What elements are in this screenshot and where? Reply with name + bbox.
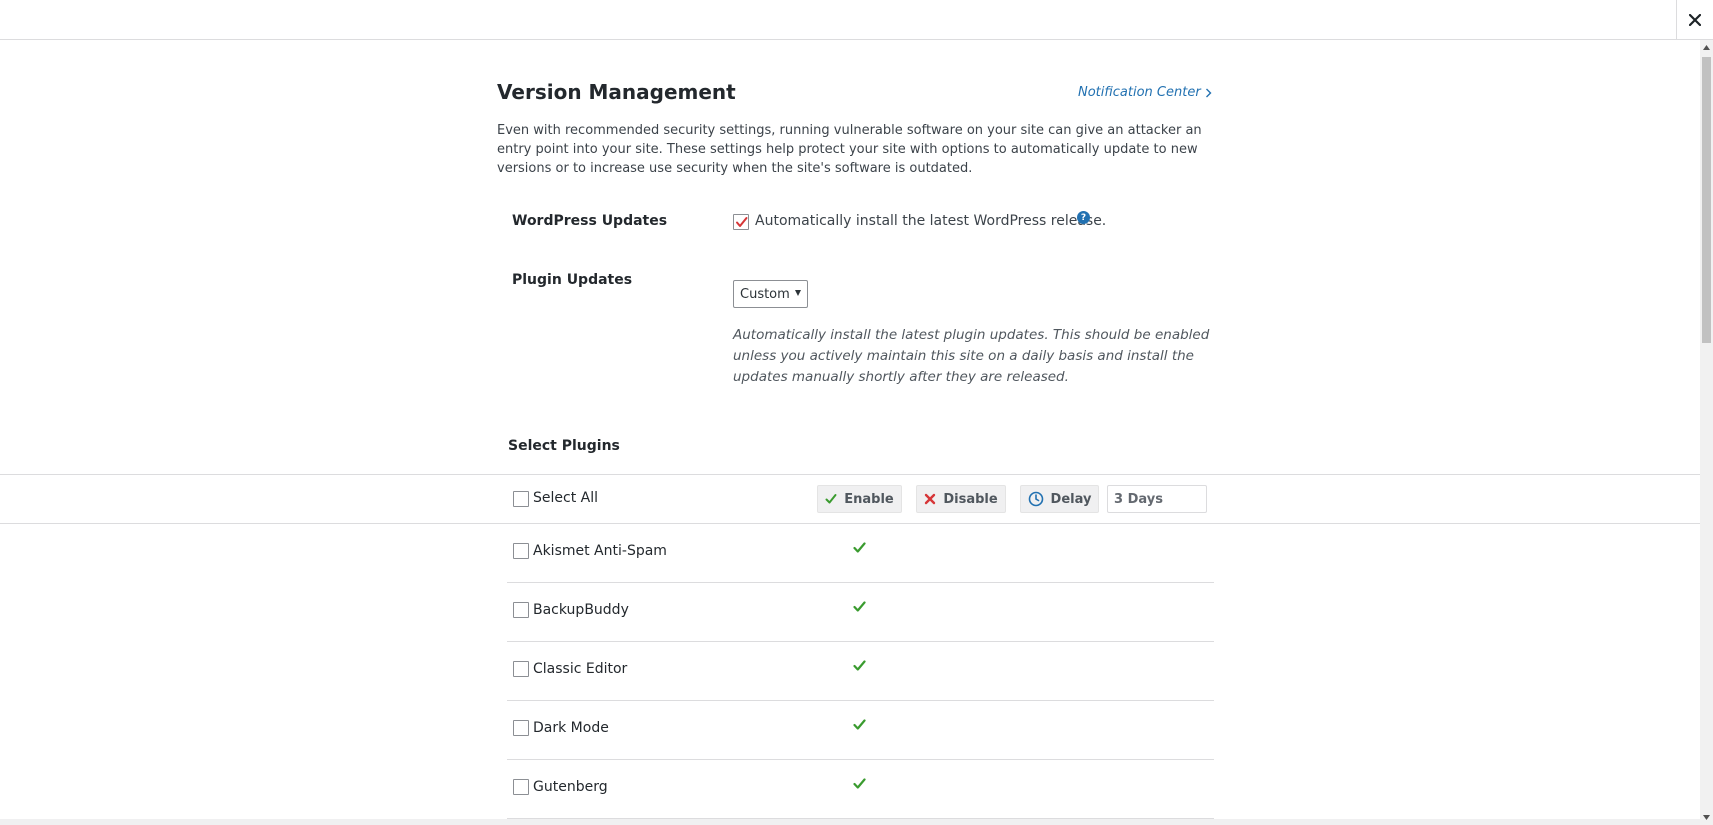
plugin-row: BackupBuddy [507, 583, 1214, 642]
notification-center-link[interactable]: Notification Center [1078, 85, 1212, 100]
plugin-name: Gutenberg [533, 779, 608, 795]
enabled-check-icon [853, 601, 866, 612]
scroll-down-arrow-icon[interactable] [1700, 810, 1713, 825]
plugin-name: Akismet Anti-Spam [533, 543, 667, 559]
bottom-edge [0, 819, 1700, 825]
clock-icon [1028, 491, 1043, 507]
plugin-row: Classic Editor [507, 642, 1214, 701]
close-icon [1689, 14, 1701, 26]
checkmark-icon [735, 216, 747, 227]
delay-button[interactable]: Delay [1020, 485, 1099, 513]
enabled-check-icon [853, 542, 866, 553]
checkmark-icon [825, 494, 837, 504]
modal-header [0, 0, 1713, 40]
select-all-checkbox[interactable] [513, 491, 529, 507]
disable-button[interactable]: Disable [916, 485, 1006, 513]
chevron-right-icon [1205, 88, 1212, 97]
vertical-scrollbar[interactable] [1700, 40, 1713, 825]
plugin-checkbox[interactable] [513, 661, 529, 677]
plugin-updates-select[interactable]: Custom [733, 280, 808, 308]
wordpress-updates-checkbox[interactable] [733, 214, 749, 230]
plugin-updates-description: Automatically install the latest plugin … [733, 327, 1210, 385]
dropdown-arrow-icon [795, 290, 801, 296]
plugin-name: Dark Mode [533, 720, 609, 736]
scroll-up-arrow-icon[interactable] [1700, 40, 1713, 55]
plugin-updates-selected-value: Custom [740, 286, 790, 302]
plugin-row: Dark Mode [507, 701, 1214, 760]
plugin-checkbox[interactable] [513, 779, 529, 795]
plugin-checkbox[interactable] [513, 602, 529, 618]
plugin-checkbox[interactable] [513, 720, 529, 736]
scrollbar-thumb[interactable] [1702, 57, 1711, 343]
wordpress-updates-label: WordPress Updates [512, 213, 668, 229]
plugin-row: Gutenberg [507, 760, 1214, 819]
enabled-check-icon [853, 719, 866, 730]
enabled-check-icon [853, 660, 866, 671]
page-title: Version Management [497, 80, 736, 104]
delay-days-input[interactable] [1107, 485, 1207, 513]
disable-button-label: Disable [943, 491, 998, 507]
enable-button[interactable]: Enable [817, 485, 902, 513]
plugin-row: Akismet Anti-Spam [507, 524, 1214, 583]
plugin-name: BackupBuddy [533, 602, 629, 618]
help-icon[interactable]: ? [1077, 211, 1090, 224]
select-all-label: Select All [533, 490, 598, 506]
plugin-name: Classic Editor [533, 661, 628, 677]
plugin-checkbox[interactable] [513, 543, 529, 559]
delay-button-label: Delay [1050, 491, 1092, 507]
wordpress-updates-text: Automatically install the latest WordPre… [755, 213, 1107, 229]
notification-center-label: Notification Center [1078, 85, 1201, 100]
intro-description: Even with recommended security settings,… [497, 123, 1202, 176]
plugin-updates-label: Plugin Updates [512, 272, 633, 288]
x-icon [925, 493, 936, 505]
enabled-check-icon [853, 778, 866, 789]
close-button[interactable] [1676, 0, 1713, 40]
select-plugins-heading: Select Plugins [508, 438, 620, 454]
enable-button-label: Enable [844, 491, 894, 507]
